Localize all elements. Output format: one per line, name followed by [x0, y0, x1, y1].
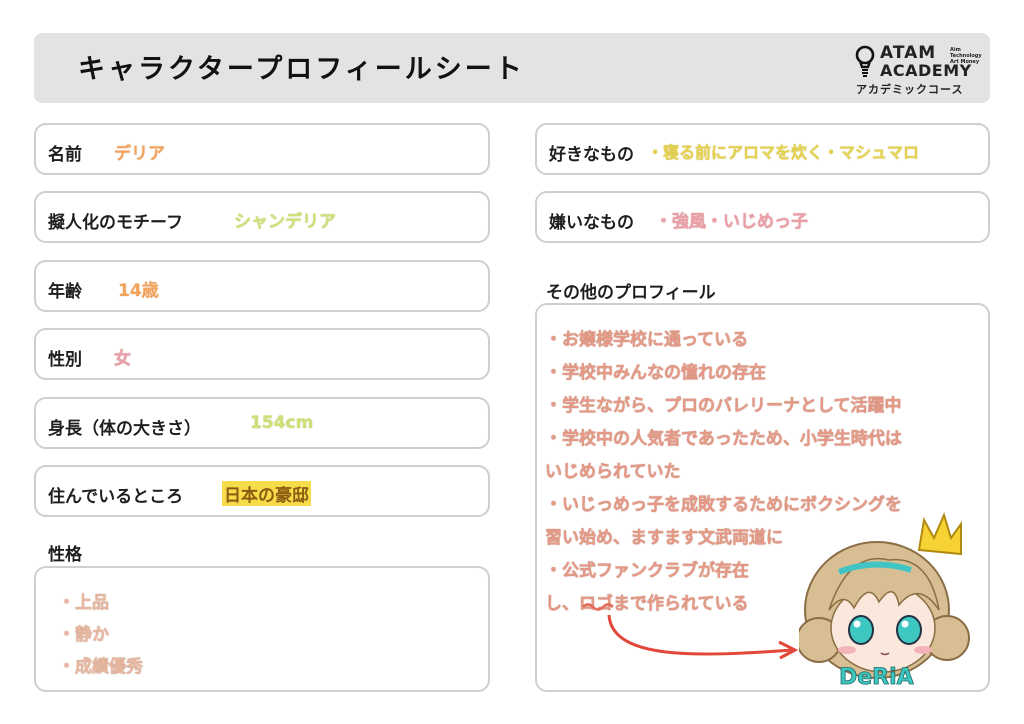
personality-item: ・上品: [58, 593, 109, 613]
logo-course: アカデミックコース: [856, 83, 964, 96]
field-label: 住んでいるところ: [48, 487, 184, 507]
field-value: 154cm: [250, 413, 314, 433]
field-value: 女: [114, 349, 131, 369]
personality-box: ・上品 ・静か ・成績優秀: [34, 566, 490, 692]
field-label: 年齢: [48, 282, 82, 302]
field-label: 嫌いなもの: [549, 213, 634, 233]
other-profile-title: その他のプロフィール: [546, 283, 716, 303]
field-gender: 性別 女: [34, 328, 490, 380]
field-label: 擬人化のモチーフ: [48, 213, 183, 233]
field-value: デリア: [114, 144, 165, 164]
other-profile-box: ・お嬢様学校に通っている ・学校中みんなの憧れの存在 ・学生ながら、プロのバレリ…: [535, 303, 990, 692]
field-age: 年齢 14歳: [34, 260, 490, 312]
field-label: 身長（体の大きさ）: [48, 419, 201, 439]
header-bar: キャラクタープロフィールシート ATAM Aim Technology Art …: [34, 33, 990, 103]
field-motif: 擬人化のモチーフ シャンデリア: [34, 191, 490, 243]
field-label: 名前: [48, 145, 82, 165]
personality-item: ・静か: [58, 625, 109, 645]
field-height: 身長（体の大きさ） 154cm: [34, 397, 490, 449]
page-title: キャラクタープロフィールシート: [78, 54, 525, 85]
field-dislikes: 嫌いなもの ・強風・いじめっ子: [535, 191, 990, 243]
field-value: 14歳: [118, 281, 159, 301]
atam-academy-logo: ATAM Aim Technology Art Money ACADEMY アカ…: [850, 43, 982, 97]
logo-line2: ACADEMY: [880, 61, 972, 80]
personality-title: 性格: [48, 545, 82, 565]
field-residence: 住んでいるところ 日本の豪邸: [34, 465, 490, 517]
logo-line1: ATAM: [880, 43, 937, 63]
field-label: 性別: [48, 350, 82, 370]
character-illustration: DeRiA: [799, 512, 970, 690]
field-value: 日本の豪邸: [222, 481, 311, 506]
lightbulb-icon: [855, 45, 875, 77]
field-value: シャンデリア: [234, 212, 336, 232]
field-value: ・寝る前にアロマを炊く・マシュマロ: [647, 143, 920, 162]
personality-item: ・成績優秀: [58, 657, 143, 677]
field-value: ・強風・いじめっ子: [655, 212, 808, 232]
character-signature: DeRiA: [839, 665, 914, 690]
field-label: 好きなもの: [549, 145, 634, 165]
field-likes: 好きなもの ・寝る前にアロマを炊く・マシュマロ: [535, 123, 990, 175]
field-name: 名前 デリア: [34, 123, 490, 175]
